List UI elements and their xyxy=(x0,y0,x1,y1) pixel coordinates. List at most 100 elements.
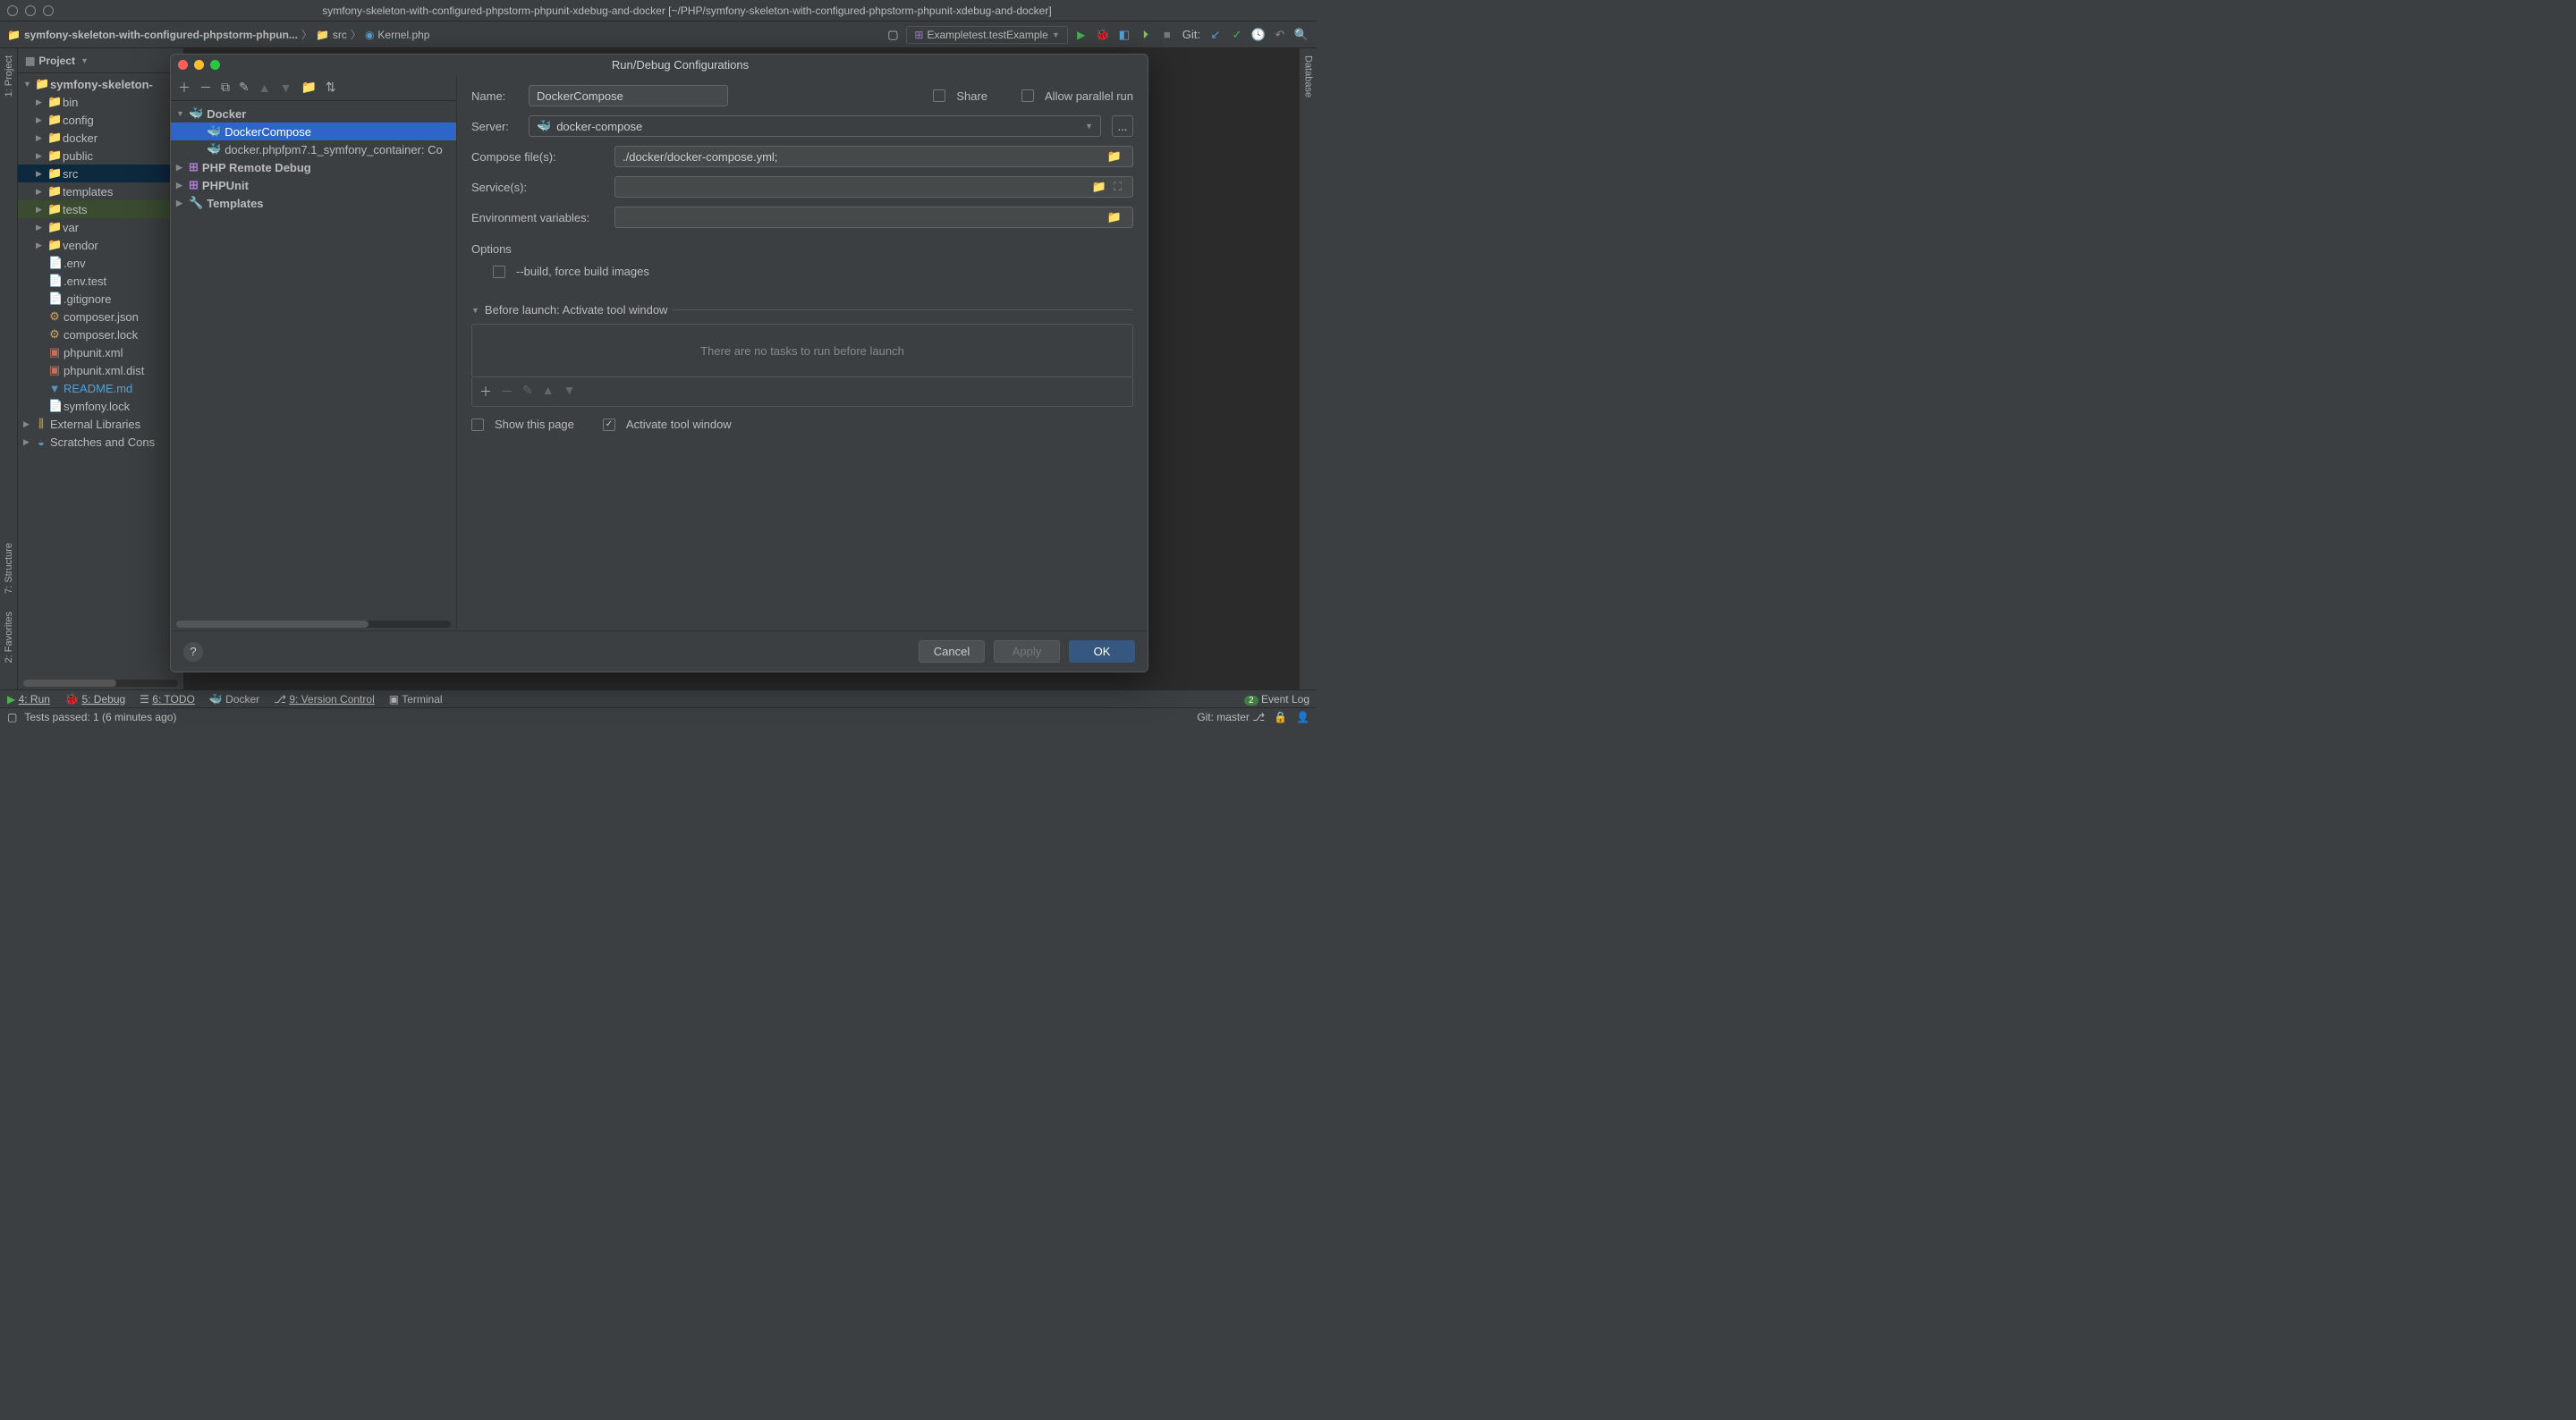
share-checkbox[interactable] xyxy=(933,89,945,102)
down-icon[interactable]: ▼ xyxy=(280,80,292,95)
compose-input[interactable]: ./docker/docker-compose.yml; 📁 xyxy=(614,146,1133,167)
server-select[interactable]: 🐳 docker-compose ▼ xyxy=(529,115,1101,137)
expand-icon[interactable]: ▶ xyxy=(176,181,185,190)
tree-item[interactable]: ▶📁vendor xyxy=(18,236,183,254)
browse-icon[interactable]: 📁 xyxy=(1104,210,1125,224)
server-browse-button[interactable]: ... xyxy=(1112,115,1133,137)
event-log-tab[interactable]: 2 Event Log xyxy=(1244,693,1309,706)
expand-icon[interactable]: ▶ xyxy=(36,223,45,232)
expand-icon[interactable]: ▼ xyxy=(471,306,479,315)
expand-icon[interactable]: ▶ xyxy=(36,169,45,179)
browse-icon[interactable]: 📁 xyxy=(1104,149,1125,164)
expand-icon[interactable]: ⛶ xyxy=(1110,180,1125,194)
tab-structure[interactable]: 7: Structure xyxy=(4,543,14,594)
expand-icon[interactable]: ▶ xyxy=(36,115,45,125)
tree-root[interactable]: ▼ 📁 symfony-skeleton- xyxy=(18,75,183,93)
ok-button[interactable]: OK xyxy=(1069,640,1135,663)
tree-item[interactable]: ▣phpunit.xml xyxy=(18,343,183,361)
breadcrumb-src[interactable]: src xyxy=(333,29,347,41)
sort-icon[interactable]: ⇅ xyxy=(326,80,336,95)
build-icon[interactable]: ▢ xyxy=(885,27,901,43)
stop-button[interactable]: ■ xyxy=(1159,27,1175,43)
minimize-icon[interactable] xyxy=(194,60,204,70)
tree-item[interactable]: 📄.env.test xyxy=(18,272,183,290)
maximize-icon[interactable] xyxy=(210,60,220,70)
env-input[interactable]: 📁 xyxy=(614,207,1133,228)
profile-button[interactable]: ⏵ xyxy=(1138,27,1154,43)
expand-icon[interactable]: ▶ xyxy=(36,133,45,143)
expand-icon[interactable]: ▼ xyxy=(23,80,32,89)
tab-database[interactable]: Database xyxy=(1303,55,1314,97)
name-input[interactable] xyxy=(529,85,728,106)
ct-dockercompose[interactable]: 🐳DockerCompose xyxy=(171,123,456,140)
git-history-icon[interactable]: 🕓 xyxy=(1250,27,1267,43)
tree-item-tests[interactable]: ▶📁tests xyxy=(18,200,183,218)
ct-templates[interactable]: ▶🔧Templates xyxy=(171,194,456,212)
tab-favorites[interactable]: 2: Favorites xyxy=(4,612,14,663)
expand-icon[interactable]: ▼ xyxy=(176,109,185,118)
tree-item[interactable]: ▶📁docker xyxy=(18,129,183,147)
tree-item[interactable]: ▼README.md xyxy=(18,379,183,397)
tree-item[interactable]: ▶📁templates xyxy=(18,182,183,200)
debug-button[interactable]: 🐞 xyxy=(1095,27,1111,43)
coverage-button[interactable]: ◧ xyxy=(1116,27,1132,43)
tree-external[interactable]: ▶⫼External Libraries xyxy=(18,415,183,433)
activate-checkbox[interactable] xyxy=(603,418,615,431)
tree-item[interactable]: ▶📁config xyxy=(18,111,183,129)
lock-icon[interactable]: 🔒 xyxy=(1274,711,1287,723)
minimize-dot[interactable] xyxy=(25,5,36,16)
down-icon[interactable]: ▼ xyxy=(564,383,576,401)
tree-item[interactable]: ▶📁public xyxy=(18,147,183,165)
tree-item[interactable]: ▶📁bin xyxy=(18,93,183,111)
git-update-icon[interactable]: ↙ xyxy=(1208,27,1224,43)
expand-icon[interactable]: ▶ xyxy=(23,437,32,447)
build-checkbox[interactable] xyxy=(493,266,505,278)
close-dot[interactable] xyxy=(7,5,18,16)
tree-scratches[interactable]: ▶◒Scratches and Cons xyxy=(18,433,183,451)
search-icon[interactable]: 🔍 xyxy=(1293,27,1309,43)
tree-item[interactable]: ⚙composer.lock xyxy=(18,325,183,343)
edit-icon[interactable]: ✎ xyxy=(522,383,533,401)
tree-item[interactable]: 📄.env xyxy=(18,254,183,272)
status-icon[interactable]: ▢ xyxy=(7,711,17,723)
up-icon[interactable]: ▲ xyxy=(258,80,271,95)
run-button[interactable]: ▶ xyxy=(1073,27,1089,43)
tree-item[interactable]: ▶📁var xyxy=(18,218,183,236)
breadcrumb-root[interactable]: symfony-skeleton-with-configured-phpstor… xyxy=(24,29,298,41)
expand-icon[interactable]: ▶ xyxy=(36,151,45,161)
folder-icon[interactable]: 📁 xyxy=(301,80,316,95)
ct-phpunit[interactable]: ▶⊞PHPUnit xyxy=(171,176,456,194)
debug-tab[interactable]: 🐞 5: Debug xyxy=(64,692,125,706)
expand-icon[interactable]: ▶ xyxy=(176,199,185,208)
remove-icon[interactable]: － xyxy=(199,79,212,97)
apply-button[interactable]: Apply xyxy=(994,640,1060,663)
expand-icon[interactable]: ▶ xyxy=(176,163,185,173)
tab-project[interactable]: 1: Project xyxy=(4,55,14,97)
terminal-tab[interactable]: ▣ Terminal xyxy=(389,693,443,706)
browse-icon[interactable]: 📁 xyxy=(1089,180,1110,194)
remove-icon[interactable]: － xyxy=(501,383,513,401)
tree-item[interactable]: 📄symfony.lock xyxy=(18,397,183,415)
expand-icon[interactable]: ▶ xyxy=(36,205,45,215)
tree-item-src[interactable]: ▶📁src xyxy=(18,165,183,182)
ct-docker[interactable]: ▼🐳Docker xyxy=(171,105,456,123)
run-tab[interactable]: ▶ 4: Run xyxy=(7,693,50,706)
cancel-button[interactable]: Cancel xyxy=(919,640,985,663)
parallel-checkbox[interactable] xyxy=(1021,89,1034,102)
expand-icon[interactable]: ▶ xyxy=(23,419,32,429)
tree-item[interactable]: ⚙composer.json xyxy=(18,308,183,325)
h-scrollbar[interactable] xyxy=(176,621,451,628)
git-commit-icon[interactable]: ✓ xyxy=(1229,27,1245,43)
expand-icon[interactable]: ▶ xyxy=(36,187,45,197)
tree-item[interactable]: 📄.gitignore xyxy=(18,290,183,308)
up-icon[interactable]: ▲ xyxy=(542,383,555,401)
edit-icon[interactable]: ✎ xyxy=(239,80,250,95)
close-icon[interactable] xyxy=(178,60,188,70)
breadcrumb-file[interactable]: Kernel.php xyxy=(377,29,429,41)
add-icon[interactable]: ＋ xyxy=(479,383,492,401)
maximize-dot[interactable] xyxy=(43,5,54,16)
docker-tab[interactable]: 🐳 Docker xyxy=(209,693,259,706)
git-revert-icon[interactable]: ↶ xyxy=(1272,27,1288,43)
run-config-selector[interactable]: ⊞ Exampletest.testExample ▼ xyxy=(906,26,1067,44)
services-input[interactable]: 📁 ⛶ xyxy=(614,176,1133,198)
